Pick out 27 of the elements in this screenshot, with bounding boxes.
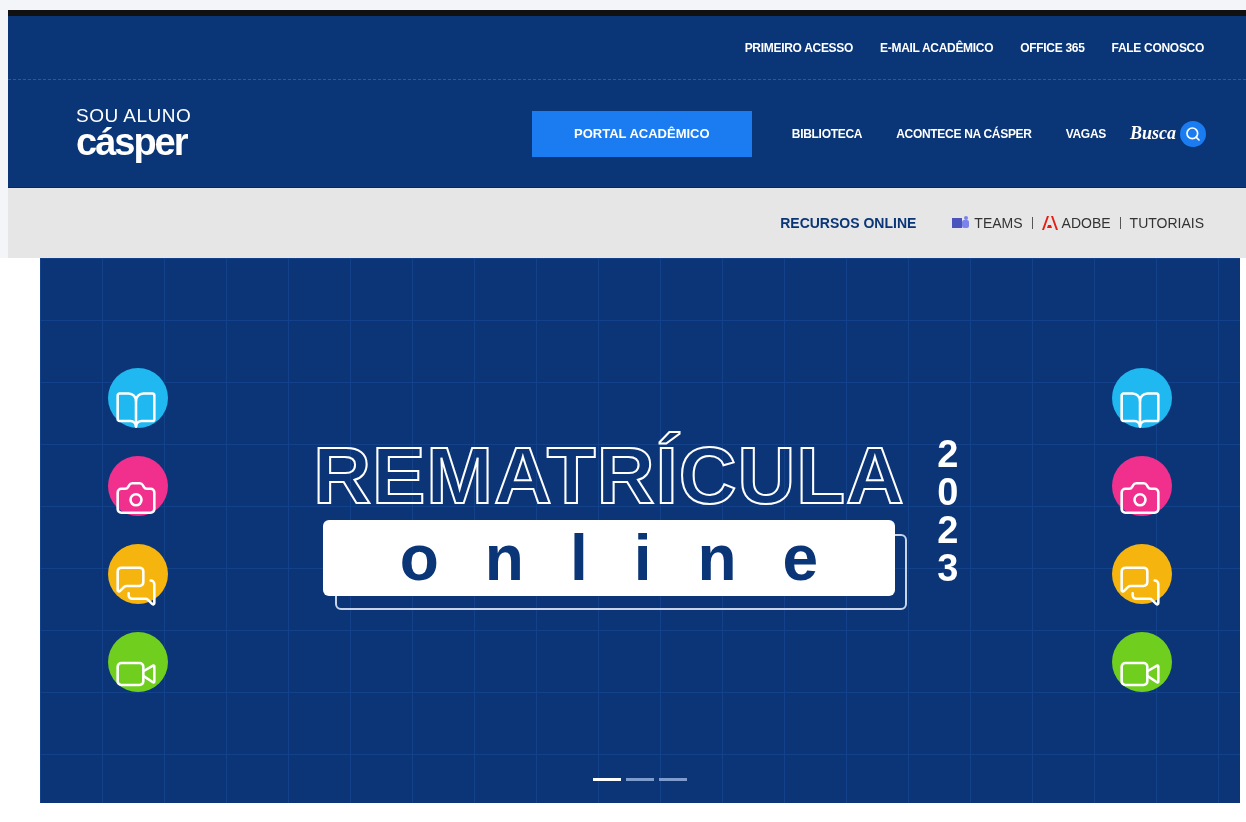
- resource-link[interactable]: ADOBE: [1061, 212, 1111, 234]
- nav-link[interactable]: BIBLIOTECA: [791, 124, 863, 143]
- top-link[interactable]: E-MAIL ACADÊMICO: [880, 38, 994, 57]
- logo-tagline: SOU ALUNO: [76, 106, 192, 125]
- search-label[interactable]: Busca: [1130, 120, 1176, 147]
- chat-bubbles-icon: [1118, 563, 1162, 608]
- chat-bubbles-icon: [114, 563, 158, 608]
- resource-link[interactable]: TEAMS: [974, 212, 1023, 234]
- resource-link[interactable]: TUTORIAIS: [1129, 212, 1204, 234]
- top-link[interactable]: OFFICE 365: [1020, 38, 1085, 57]
- teams-icon: [952, 216, 971, 230]
- search-icon: [1185, 125, 1201, 142]
- adobe-icon: [1041, 216, 1058, 230]
- carousel-indicator[interactable]: [593, 778, 621, 781]
- nav-link[interactable]: VAGAS: [1065, 124, 1106, 143]
- banner-title: REMATRÍCULA: [313, 429, 905, 522]
- top-link[interactable]: FALE CONOSCO: [1111, 38, 1204, 57]
- top-link[interactable]: PRIMEIRO ACESSO: [744, 38, 854, 57]
- carousel-indicator[interactable]: [659, 778, 687, 781]
- carousel-indicator[interactable]: [626, 778, 654, 781]
- logo-wordmark[interactable]: cásper: [76, 123, 192, 161]
- search-button[interactable]: [1180, 120, 1206, 147]
- banner-year: 2023: [936, 434, 960, 587]
- nav-link[interactable]: ACONTECE NA CÁSPER: [896, 124, 1032, 143]
- portal-button[interactable]: PORTAL ACADÊMICO: [531, 110, 752, 157]
- resources-title: RECURSOS ONLINE: [780, 213, 917, 233]
- banner-subtitle: online: [398, 525, 865, 590]
